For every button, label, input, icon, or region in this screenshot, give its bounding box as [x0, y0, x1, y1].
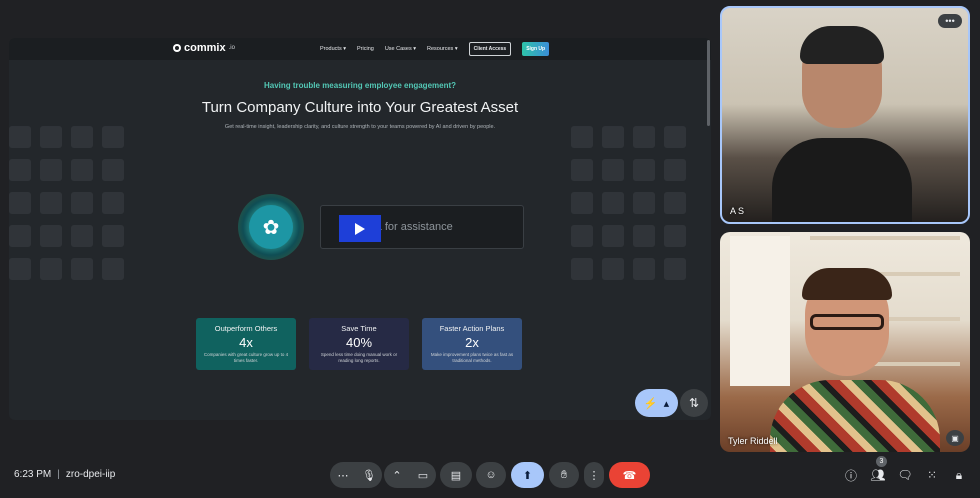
swap-view-button[interactable]: ⇅: [680, 389, 708, 417]
people-icon[interactable]: 👥︎: [867, 464, 889, 486]
picture-in-picture-icon[interactable]: ▣: [946, 430, 964, 446]
chevron-up-icon[interactable]: ⌃: [384, 469, 410, 482]
assistant-orb[interactable]: ✿: [238, 194, 304, 260]
emoji-icon: ☺: [485, 469, 497, 481]
logo-text: commix: [184, 42, 226, 54]
participant-tile-tyler[interactable]: Tyler Riddell ▣: [720, 232, 970, 452]
camera-icon[interactable]: ▭: [410, 469, 436, 482]
swap-icon: ⇅: [688, 396, 700, 410]
meeting-code: zro-dpei-iip: [65, 469, 116, 480]
present-icon: ⬆: [522, 469, 533, 482]
site-nav-items: Products ▾ Pricing Use Cases ▾ Resources…: [320, 42, 550, 56]
meeting-time: 6:23 PM: [14, 469, 52, 480]
background-faces-right: [571, 126, 686, 280]
captions-icon: ▤: [450, 469, 462, 482]
stat-card-save-time: Save Time 40% Spend less time doing manu…: [309, 318, 409, 370]
stat-card-desc: Spend less time doing manual work or rea…: [320, 352, 398, 364]
nav-use-cases[interactable]: Use Cases ▾: [385, 46, 416, 52]
hand-icon: ✋︎: [560, 468, 568, 481]
info-icon[interactable]: ⓘ: [840, 464, 862, 486]
stat-card-value: 2x: [465, 335, 479, 350]
stat-card-desc: Companies with great culture grow up to …: [203, 352, 289, 364]
end-call-icon: ☎: [622, 469, 637, 482]
stat-card-title: Outperform Others: [214, 324, 278, 333]
stat-card-outperform: Outperform Others 4x Companies with grea…: [196, 318, 296, 370]
hero-description: Get real-time insight, leadership clarit…: [224, 124, 496, 130]
stat-card-value: 40%: [345, 335, 373, 350]
stat-card-desc: Make improvement plans twice as fast as …: [430, 352, 514, 364]
mic-icon[interactable]: 🎙︎: [356, 469, 382, 482]
participant-name: A S: [730, 206, 745, 216]
assistant-input[interactable]: Ask Mira for assistance: [320, 205, 524, 249]
logo-icon: [173, 44, 181, 52]
paw-icon: ✿: [249, 205, 293, 249]
participant-tile-as[interactable]: ••• A S: [720, 6, 970, 224]
chat-icon[interactable]: 🗨︎: [894, 464, 916, 486]
host-controls-icon[interactable]: 🔒︎: [948, 464, 970, 486]
participant-name: Tyler Riddell: [728, 436, 778, 446]
video-control[interactable]: ⌃ ▭: [384, 462, 436, 488]
share-icon: ⚡: [643, 397, 658, 410]
sign-up-button[interactable]: Sign Up: [522, 42, 550, 56]
nav-pricing[interactable]: Pricing: [357, 46, 374, 52]
stat-card-title: Faster Action Plans: [439, 324, 505, 333]
people-count-badge: 3: [876, 456, 887, 467]
more-options-button[interactable]: ⋮: [584, 462, 604, 488]
activities-icon[interactable]: ⁙: [921, 464, 943, 486]
emoji-button[interactable]: ☺: [476, 462, 506, 488]
more-vert-icon: ⋮: [588, 469, 600, 482]
captions-button[interactable]: ▤: [440, 462, 472, 488]
participant-video: [770, 268, 940, 452]
shared-screen: commix .io Products ▾ Pricing Use Cases …: [9, 38, 711, 420]
participant-video: [772, 26, 912, 222]
present-button[interactable]: ⬆: [511, 462, 544, 488]
more-audio-icon[interactable]: ⋯: [330, 469, 356, 482]
site-navbar: commix .io Products ▾ Pricing Use Cases …: [9, 38, 711, 60]
logo-suffix: .io: [228, 45, 235, 51]
audio-control[interactable]: ⋯ 🎙︎: [330, 462, 382, 488]
play-icon[interactable]: [339, 215, 381, 242]
nav-resources[interactable]: Resources ▾: [427, 46, 458, 52]
raise-hand-button[interactable]: ✋︎: [549, 462, 579, 488]
chevron-up-icon: ▴: [663, 397, 670, 410]
more-options-icon[interactable]: •••: [938, 14, 962, 28]
meeting-info: 6:23 PM | zro-dpei-iip: [14, 469, 115, 480]
stat-card-title: Save Time: [341, 324, 377, 333]
client-access-button[interactable]: Client Access: [468, 42, 512, 56]
scrollbar[interactable]: [707, 40, 710, 126]
hero-subtitle: Having trouble measuring employee engage…: [263, 81, 457, 90]
stat-card-value: 4x: [239, 335, 253, 350]
nav-products[interactable]: Products ▾: [320, 46, 346, 52]
screen-share-control[interactable]: ⚡ ▴: [635, 389, 678, 417]
hero-title: Turn Company Culture into Your Greatest …: [201, 99, 519, 116]
end-call-button[interactable]: ☎: [609, 462, 650, 488]
background-faces-left: [9, 126, 124, 280]
stat-card-action-plans: Faster Action Plans 2x Make improvement …: [422, 318, 522, 370]
site-logo[interactable]: commix .io: [173, 42, 235, 54]
meeting-separator: |: [57, 469, 60, 480]
